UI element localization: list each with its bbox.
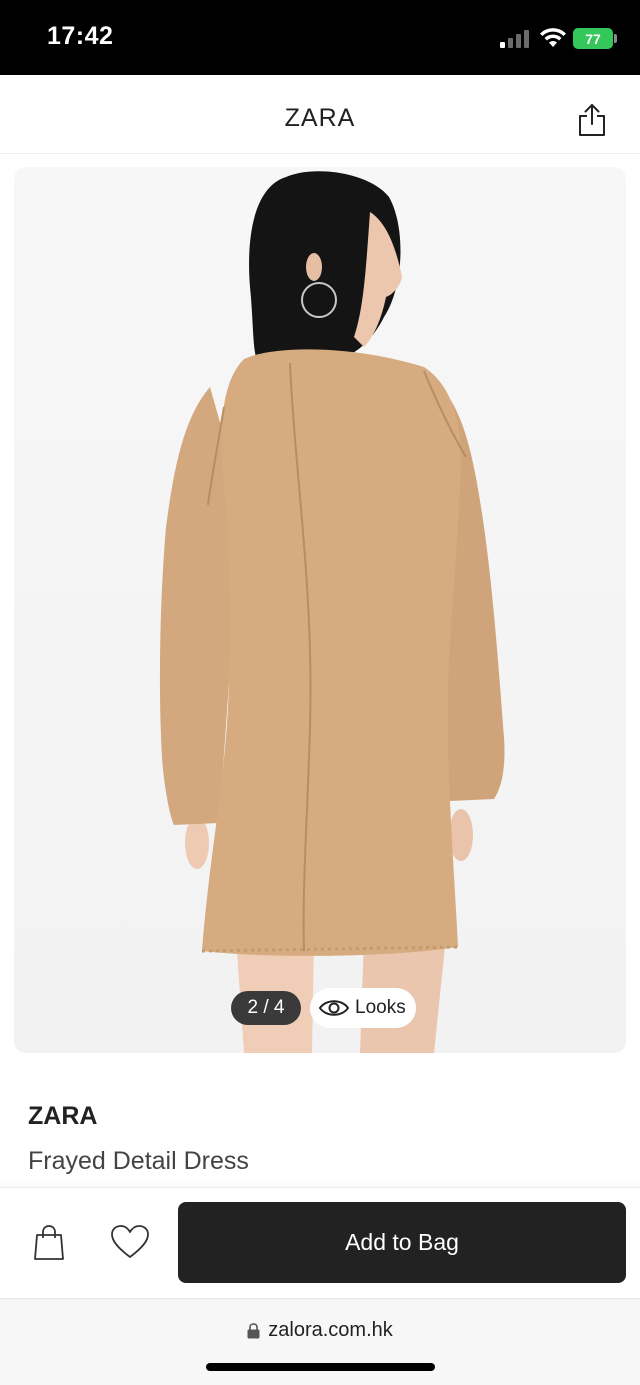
header: ZARA (0, 75, 640, 154)
home-indicator[interactable] (206, 1363, 435, 1371)
dress-photo (159, 171, 505, 1053)
browser-bar: zalora.com.hk (0, 1298, 640, 1385)
lock-icon (247, 1323, 260, 1339)
action-bar: Add to Bag (0, 1187, 640, 1298)
product-image[interactable]: 2 / 4 Looks (14, 167, 626, 1053)
eye-icon (318, 1000, 350, 1016)
looks-label: Looks (355, 997, 406, 1018)
heart-icon[interactable] (110, 1224, 150, 1260)
url-text: zalora.com.hk (268, 1319, 393, 1341)
battery-icon: 77 (573, 28, 617, 49)
add-to-bag-button[interactable]: Add to Bag (178, 1202, 626, 1283)
battery-level: 77 (585, 30, 601, 47)
status-time: 17:42 (47, 22, 114, 50)
status-bar: 17:42 77 (0, 0, 640, 75)
image-counter: 2 / 4 (231, 991, 301, 1025)
shopping-bag-icon[interactable] (33, 1223, 65, 1261)
share-icon[interactable] (577, 103, 607, 137)
looks-button[interactable]: Looks (310, 988, 416, 1028)
page-title: ZARA (284, 104, 356, 132)
signal-icon (500, 30, 532, 48)
product-name: Frayed Detail Dress (28, 1147, 249, 1175)
product-brand[interactable]: ZARA (28, 1102, 97, 1131)
address-bar[interactable]: zalora.com.hk (0, 1319, 640, 1342)
wifi-icon (540, 28, 566, 47)
